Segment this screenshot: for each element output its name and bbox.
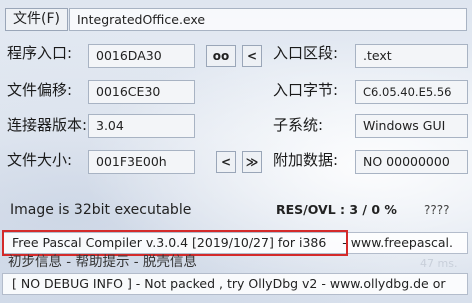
architecture-info: Image is 32bit executable xyxy=(10,202,192,218)
file-size-prev-button[interactable]: < xyxy=(216,151,236,173)
file-size-field[interactable]: 001F3E00h xyxy=(88,150,195,174)
overlay-label: 附加数据: xyxy=(273,151,339,169)
entry-point-label: 程序入口: xyxy=(7,44,73,62)
linker-version-field[interactable]: 3.04 xyxy=(88,114,195,138)
file-path-field[interactable]: IntegratedOffice.exe xyxy=(69,8,467,31)
entry-section-label: 入口区段: xyxy=(273,44,339,62)
overlay-field[interactable]: NO 00000000 xyxy=(355,150,468,174)
entry-bytes-label: 入口字节: xyxy=(273,81,339,99)
oo-button[interactable]: oo xyxy=(206,45,236,67)
entry-bytes-field[interactable]: C6.05.40.E5.56 xyxy=(355,80,468,104)
subsystem-field[interactable]: Windows GUI xyxy=(355,114,468,138)
file-menu-button[interactable]: 文件(F) xyxy=(5,8,68,31)
entry-point-prev-button[interactable]: < xyxy=(242,45,262,67)
website-text: - www.freepascal. xyxy=(342,235,454,250)
file-offset-field[interactable]: 0016CE30 xyxy=(88,80,195,104)
debug-info-field[interactable]: [ NO DEBUG INFO ] - Not packed , try Oll… xyxy=(2,273,468,295)
hints-title: 初步信息 - 帮助提示 - 脱壳信息 xyxy=(8,254,197,270)
res-ovl-info: RES/OVL : 3 / 0 % xyxy=(276,202,397,217)
linker-version-label: 连接器版本: xyxy=(7,116,88,134)
entry-point-field[interactable]: 0016DA30 xyxy=(88,44,195,68)
unknown-indicator: ???? xyxy=(424,203,450,217)
file-size-next-button[interactable]: ≫ xyxy=(242,151,262,173)
subsystem-label: 子系统: xyxy=(273,116,324,134)
scan-time: 47 ms. xyxy=(420,257,458,270)
entry-section-field[interactable]: .text xyxy=(355,44,468,68)
file-size-label: 文件大小: xyxy=(7,151,73,169)
file-offset-label: 文件偏移: xyxy=(7,81,73,99)
